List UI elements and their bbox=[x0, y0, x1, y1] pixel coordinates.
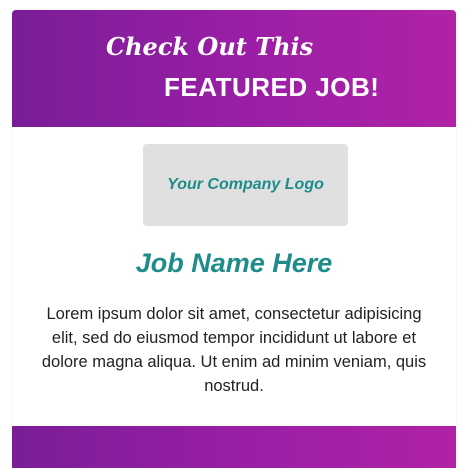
company-logo-text: Your Company Logo bbox=[167, 176, 324, 193]
featured-job-card: Check Out This FEATURED JOB! Your Compan… bbox=[12, 10, 456, 468]
job-description: Lorem ipsum dolor sit amet, consectetur … bbox=[41, 305, 427, 395]
featured-banner: Check Out This FEATURED JOB! bbox=[12, 10, 456, 127]
job-title[interactable]: Job Name Here bbox=[12, 246, 456, 280]
footer-bar bbox=[12, 426, 456, 468]
banner-tagline: Check Out This bbox=[106, 32, 314, 61]
banner-heading: FEATURED JOB! bbox=[164, 72, 380, 102]
company-logo-placeholder: Your Company Logo bbox=[143, 144, 348, 226]
